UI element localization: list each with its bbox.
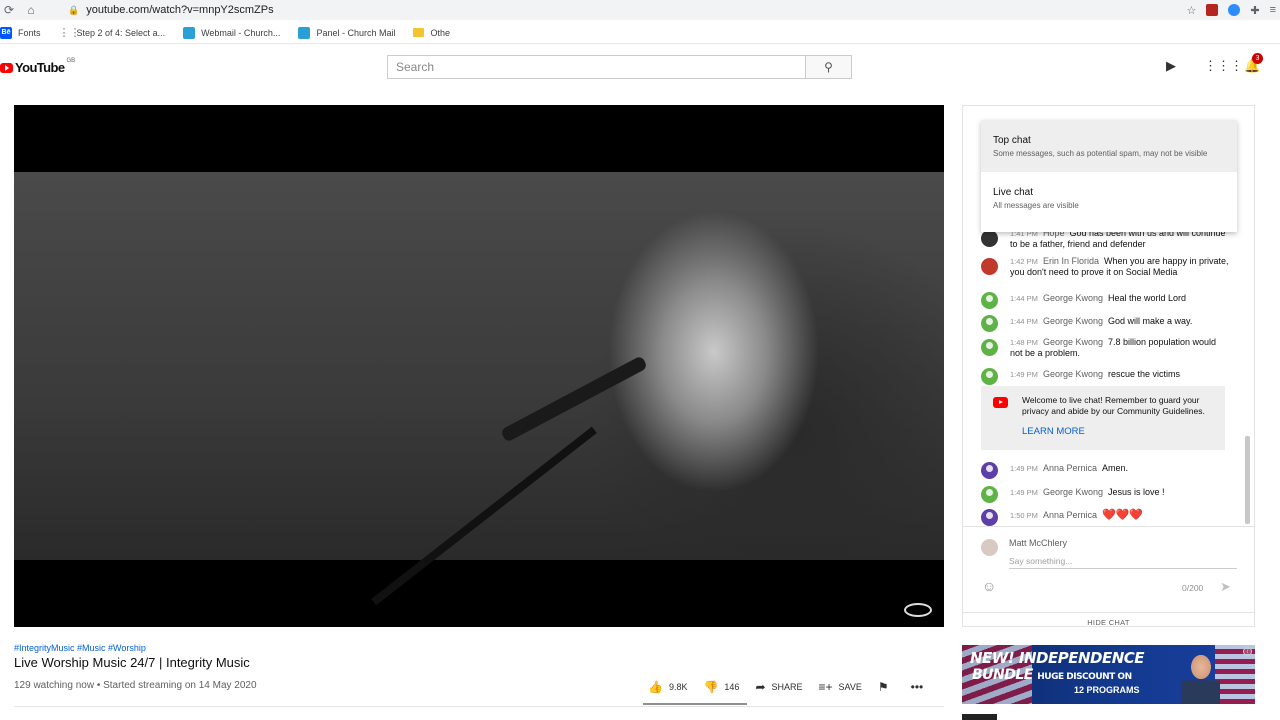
reload-icon[interactable]: ⟳ [2,3,16,17]
thumbs-down-icon: 👎 [703,680,719,694]
youtube-play-icon [0,62,13,73]
avatar[interactable] [981,292,998,309]
webmail-icon [298,26,311,39]
avatar[interactable] [981,368,998,385]
chat-message: 1:42 PM Erin In Florida When you are happy… [981,256,1231,278]
star-icon[interactable]: ☆ [1186,4,1196,17]
chat-input-area: Matt McChlery ☺ 0/200 ➤ HIDE CHAT [963,526,1254,628]
ad-person-image [1182,651,1220,704]
more-horiz-icon: ••• [910,680,924,694]
chat-message: 1:49 PM George Kwong Jesus is love ! [981,484,1231,503]
chat-message: 1:44 PM George Kwong God will make a way. [981,313,1231,332]
avatar[interactable] [981,315,998,332]
bookmark-panel[interactable]: Panel - Church Mail [298,26,395,39]
chat-message: 1:49 PM Anna Pernica Amen. [981,460,1231,479]
ad-info-icon[interactable]: i [1243,647,1252,656]
top-chat-option[interactable]: Top chat Some messages, such as potentia… [981,120,1237,172]
youtube-play-icon [993,397,1008,408]
avatar[interactable] [981,509,998,526]
avatar[interactable] [981,462,998,479]
avatar[interactable] [981,258,998,275]
notifications-bell-icon[interactable]: 🔔 3 [1244,53,1263,73]
bookmark-fonts[interactable]: Bē Fonts [0,26,41,39]
pdf-extension-icon[interactable] [1206,4,1219,16]
webmail-icon [183,26,196,39]
home-icon[interactable]: ⌂ [24,3,38,17]
flag-icon: ⚑ [877,680,889,694]
microphone [500,355,648,443]
bookmark-webmail[interactable]: Webmail - Church... [183,26,280,39]
zoom-extension-icon[interactable] [1228,4,1241,16]
video-actions: 👍 9.8K 👎 146 ➦ SHARE ≡+ SAVE ⚑ ••• [648,680,945,694]
create-video-icon[interactable]: ▶ [1164,59,1178,73]
chat-message: 1:49 PM George Kwong rescue the victims [981,366,1231,385]
behance-icon: Bē [0,26,12,39]
chat-message: 1:50 PM Anna Pernica ❤️❤️❤️ [981,507,1231,526]
live-chat-option[interactable]: Live chat All messages are visible [981,172,1237,224]
learn-more-link[interactable]: LEARN MORE [1022,426,1217,437]
chat-message: 1:44 PM George Kwong Heal the world Lord [981,290,1231,309]
address-bar[interactable]: youtube.com/watch?v=mnpY2scmZPs [86,4,273,16]
browser-toolbar: ⟳ ⌂ 🔒 youtube.com/watch?v=mnpY2scmZPs ☆ … [0,0,1280,20]
reading-list-icon[interactable]: ≡ [1270,4,1276,16]
bookmarks-bar: Bē Fonts ⋮⋮ Step 2 of 4: Select a... Web… [0,22,1280,44]
youtube-logo[interactable]: YouTube GB [0,58,75,75]
avatar[interactable] [981,230,998,247]
divider [14,706,944,707]
bookmark-step2[interactable]: ⋮⋮ Step 2 of 4: Select a... [59,27,166,39]
share-button[interactable]: ➦ SHARE [755,680,802,694]
video-title: Live Worship Music 24/7 | Integrity Musi… [14,655,250,670]
dislike-button[interactable]: 👎 146 [703,680,739,694]
welcome-banner: Welcome to live chat! Remember to guard … [981,386,1225,450]
send-icon[interactable]: ➤ [1220,579,1231,595]
youtube-header: YouTube GB ⚲ ▶ ⋮⋮⋮ 🔔 3 [0,46,1280,88]
hide-chat-button[interactable]: HIDE CHAT [963,612,1254,628]
video-frame [14,172,944,606]
mic-stand [371,426,597,606]
current-user-name: Matt McChlery [1009,538,1068,548]
search-button[interactable]: ⚲ [805,55,852,79]
avatar [981,539,998,556]
notification-badge: 3 [1252,53,1263,64]
subscribe-watermark-icon[interactable] [904,603,932,617]
save-button[interactable]: ≡+ SAVE [819,680,862,694]
search-icon: ⚲ [824,60,833,74]
report-button[interactable]: ⚑ [878,680,895,694]
avatar[interactable] [981,339,998,356]
video-thumbnail[interactable] [962,714,997,720]
like-button[interactable]: 👍 9.8K [648,680,687,694]
emoji-icon[interactable]: ☺ [982,578,996,594]
folder-icon [413,28,425,37]
avatar[interactable] [981,486,998,503]
search-input[interactable] [387,55,806,79]
video-meta: 129 watching now • Started streaming on … [14,680,257,691]
playlist-add-icon: ≡+ [818,680,833,694]
thumbs-up-icon: 👍 [648,680,663,694]
chat-message-input[interactable] [1009,554,1237,569]
more-actions-button[interactable]: ••• [911,680,930,694]
lock-icon[interactable]: 🔒 [68,5,79,16]
live-chat-panel: Top chat Some messages, such as potentia… [962,105,1255,627]
ad-banner[interactable]: NEW! INDEPENDENCE BUNDLE HUGE DISCOUNT O… [962,645,1255,704]
chat-message: 1:48 PM George Kwong 7.8 billion populatio… [981,337,1231,359]
like-ratio-bar [643,703,747,705]
character-counter: 0/200 [1182,583,1204,593]
video-hashtags[interactable]: #IntegrityMusic #Music #Worship [14,643,146,653]
extensions-puzzle-icon[interactable]: ✚ [1250,4,1259,17]
chat-scrollbar[interactable] [1245,436,1250,524]
video-player[interactable] [14,105,944,627]
chat-mode-dropdown: Top chat Some messages, such as potentia… [981,120,1237,232]
share-arrow-icon: ➦ [755,680,766,694]
apps-grid-icon[interactable]: ⋮⋮⋮ [1204,59,1243,73]
apps-grid-icon: ⋮⋮ [58,26,81,39]
other-bookmarks[interactable]: Othe [413,28,450,38]
